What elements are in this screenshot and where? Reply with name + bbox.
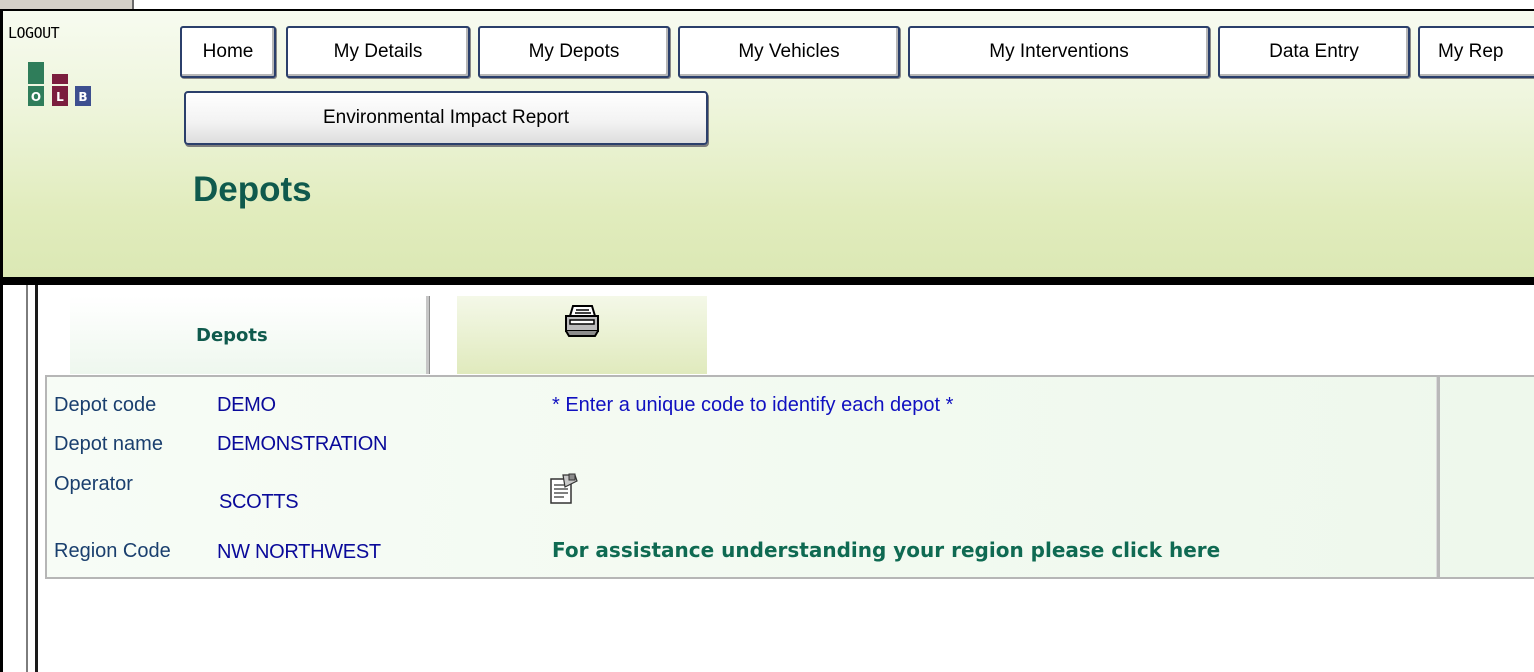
panel-separator bbox=[1436, 377, 1440, 577]
logo-letter-b: B bbox=[78, 90, 87, 104]
nav-my-reports-button[interactable]: My Rep bbox=[1418, 26, 1534, 78]
tab-depots[interactable]: Depots bbox=[70, 296, 426, 374]
logo-letter-l: L bbox=[56, 90, 64, 104]
left-frame-line bbox=[35, 285, 38, 672]
region-help-link[interactable]: For assistance understanding your region… bbox=[552, 538, 1220, 562]
nav-my-details-button[interactable]: My Details bbox=[286, 26, 470, 78]
region-code-value: NW NORTHWEST bbox=[217, 541, 381, 563]
operator-value: SCOTTS bbox=[219, 491, 299, 513]
logout-link[interactable]: LOGOUT bbox=[8, 24, 60, 42]
depot-code-value: DEMO bbox=[217, 394, 276, 416]
olb-logo: O L B bbox=[28, 62, 91, 106]
depot-code-label: Depot code bbox=[54, 394, 157, 416]
operator-details-icon[interactable] bbox=[549, 473, 579, 505]
tab-separator bbox=[426, 296, 430, 374]
page-title: Depots bbox=[193, 170, 312, 209]
left-frame-inner-line bbox=[26, 285, 28, 672]
printer-icon[interactable] bbox=[562, 304, 602, 338]
nav-my-depots-button[interactable]: My Depots bbox=[478, 26, 670, 78]
logo-letter-o: O bbox=[31, 90, 41, 104]
environmental-impact-report-button[interactable]: Environmental Impact Report bbox=[184, 91, 708, 145]
left-frame-border bbox=[0, 285, 39, 672]
operator-label: Operator bbox=[54, 473, 133, 495]
depot-name-label: Depot name bbox=[54, 433, 163, 455]
nav-my-vehicles-button[interactable]: My Vehicles bbox=[678, 26, 900, 78]
depot-name-value: DEMONSTRATION bbox=[217, 433, 388, 455]
tab-print[interactable] bbox=[457, 296, 707, 374]
header-divider bbox=[0, 277, 1534, 285]
nav-data-entry-button[interactable]: Data Entry bbox=[1218, 26, 1410, 78]
nav-home-button[interactable]: Home bbox=[180, 26, 276, 78]
depot-code-hint: * Enter a unique code to identify each d… bbox=[552, 394, 954, 416]
nav-my-interventions-button[interactable]: My Interventions bbox=[908, 26, 1210, 78]
region-code-label: Region Code bbox=[54, 540, 171, 562]
